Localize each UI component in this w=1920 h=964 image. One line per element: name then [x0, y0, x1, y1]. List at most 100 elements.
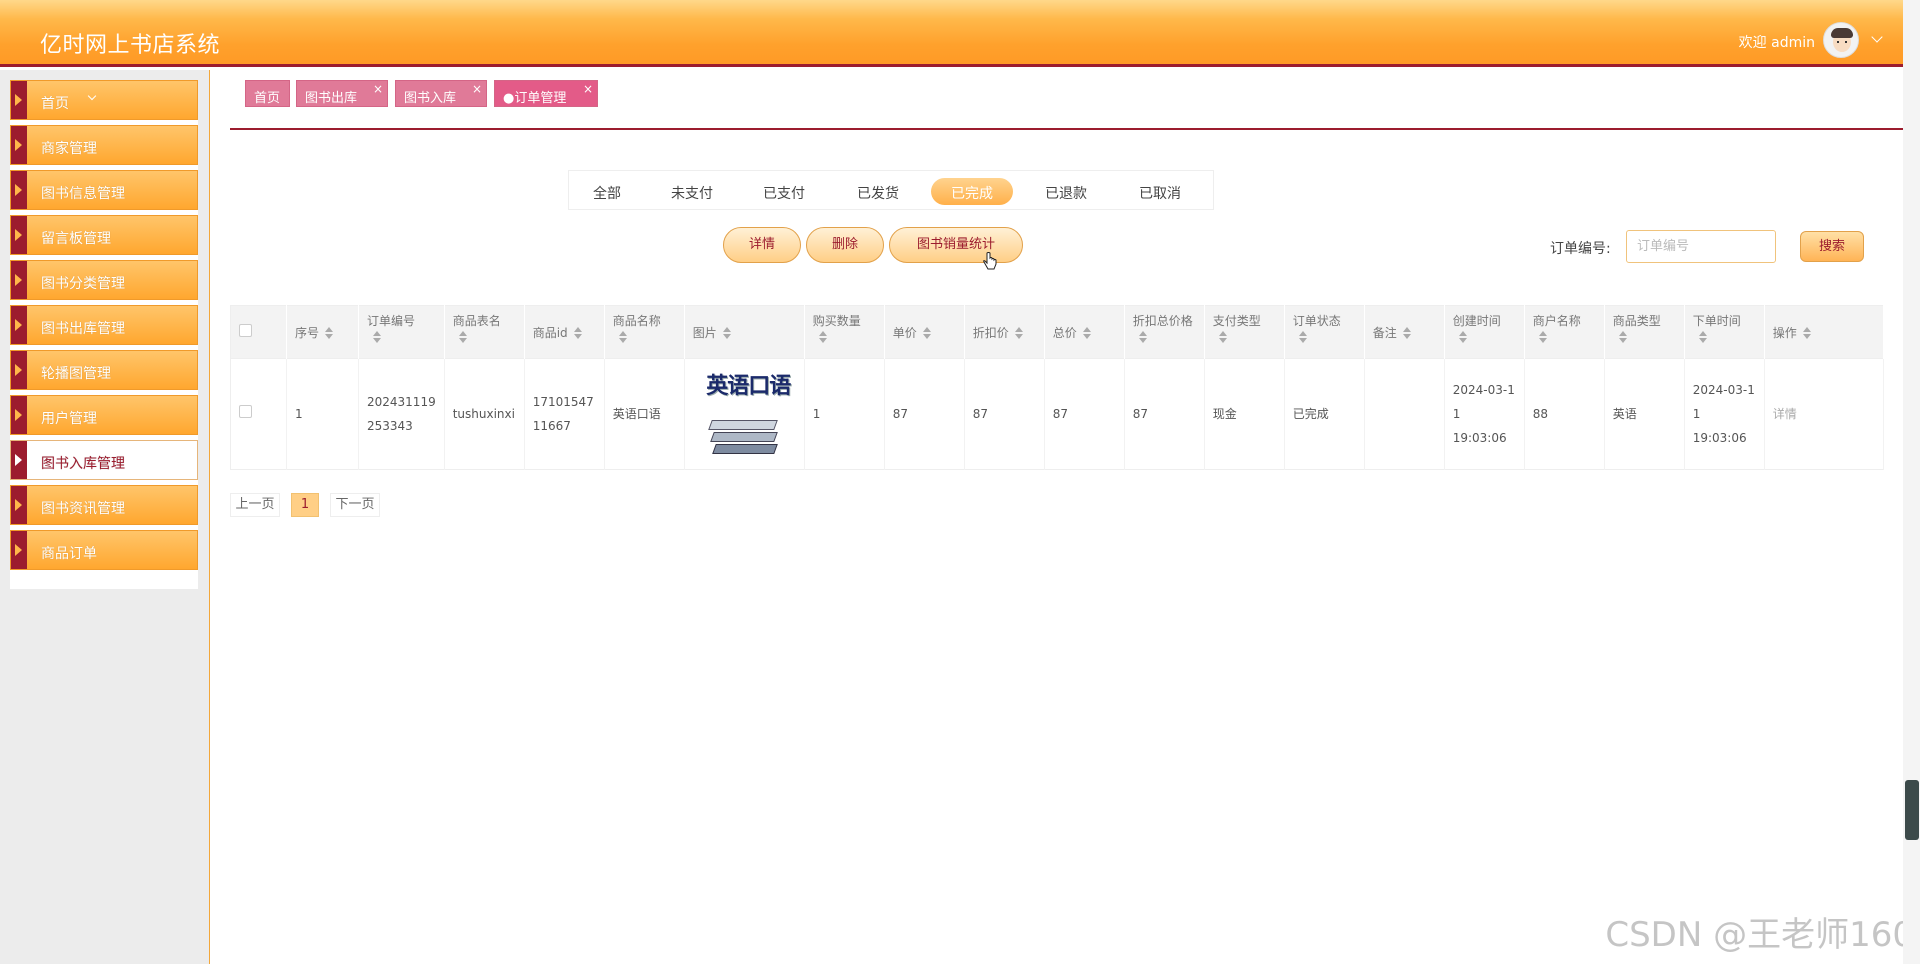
prev-page-button[interactable]: 上一页: [230, 493, 280, 517]
sort-icon[interactable]: [1298, 330, 1307, 343]
sidebar-item-message-board[interactable]: 留言板管理: [10, 215, 198, 255]
sidebar-item-home[interactable]: 首页: [10, 80, 198, 120]
status-tab-paid[interactable]: 已支付: [743, 178, 825, 205]
order-no-search-input[interactable]: [1626, 230, 1776, 263]
orders-table: 序号 订单编号 商品表名 商品id 商品名称 图片 购买数量 单价 折扣价 总价…: [230, 305, 1885, 470]
tab-label: ●订单管理: [503, 91, 567, 106]
select-all-checkbox[interactable]: [239, 324, 252, 337]
app-title: 亿时网上书店系统: [40, 33, 221, 58]
tab-book-outbound[interactable]: 图书出库 ×: [296, 80, 388, 107]
sort-icon[interactable]: [1538, 330, 1547, 343]
book-cover-image[interactable]: 英语口语: [698, 370, 791, 458]
row-checkbox[interactable]: [239, 405, 252, 418]
sort-icon[interactable]: [373, 330, 381, 343]
chevron-down-icon[interactable]: [1871, 31, 1883, 43]
col-goods-id[interactable]: 商品id: [524, 305, 605, 359]
sort-icon[interactable]: [1402, 327, 1411, 339]
avatar[interactable]: [1823, 22, 1859, 58]
detail-button[interactable]: 详情: [723, 227, 801, 263]
search-button[interactable]: 搜索: [1800, 231, 1864, 262]
sort-icon[interactable]: [458, 330, 467, 343]
cell-remark: [1364, 358, 1445, 470]
next-page-button[interactable]: 下一页: [330, 493, 380, 517]
triangle-icon: [11, 441, 27, 479]
tab-label: 图书入库: [404, 91, 457, 106]
sidebar-item-book-outbound[interactable]: 图书出库管理: [10, 305, 198, 345]
tab-home[interactable]: 首页: [245, 80, 290, 107]
status-tab-cancelled[interactable]: 已取消: [1119, 178, 1201, 205]
status-tab-unpaid[interactable]: 未支付: [651, 178, 733, 205]
sales-stats-button[interactable]: 图书销量统计: [889, 227, 1023, 263]
status-tab-all[interactable]: 全部: [573, 178, 641, 205]
status-tab-shipped[interactable]: 已发货: [837, 178, 919, 205]
sidebar-item-book-info[interactable]: 图书信息管理: [10, 170, 198, 210]
sidebar-item-merchant[interactable]: 商家管理: [10, 125, 198, 165]
col-discount-price[interactable]: 折扣价: [964, 305, 1045, 359]
col-price[interactable]: 单价: [884, 305, 965, 359]
tab-book-inbound[interactable]: 图书入库 ×: [395, 80, 487, 107]
cell-table-name: tushuxinxi: [444, 358, 525, 470]
chevron-down-icon: [87, 91, 97, 101]
col-quantity[interactable]: 购买数量: [804, 305, 885, 359]
sidebar-item-book-inbound[interactable]: 图书入库管理: [10, 440, 198, 480]
sidebar-item-carousel[interactable]: 轮播图管理: [10, 350, 198, 390]
col-goods-name[interactable]: 商品名称: [604, 305, 685, 359]
col-total[interactable]: 总价: [1044, 305, 1125, 359]
sort-icon[interactable]: [573, 327, 582, 339]
delete-button[interactable]: 删除: [806, 227, 884, 263]
table-header-row: 序号 订单编号 商品表名 商品id 商品名称 图片 购买数量 单价 折扣价 总价…: [230, 305, 1885, 359]
sort-icon[interactable]: [325, 327, 334, 339]
cell-index: 1: [286, 358, 359, 470]
close-icon[interactable]: ×: [583, 82, 593, 96]
cell-merchant: 88: [1524, 358, 1605, 470]
status-tab-refunded[interactable]: 已退款: [1025, 178, 1107, 205]
sort-icon[interactable]: [818, 330, 827, 343]
col-order-time[interactable]: 下单时间: [1684, 305, 1765, 359]
col-image[interactable]: 图片: [684, 305, 805, 359]
close-icon[interactable]: ×: [472, 82, 482, 96]
sort-icon[interactable]: [1698, 330, 1707, 343]
status-filter-bar: 全部 未支付 已支付 已发货 已完成 已退款 已取消: [568, 170, 1214, 210]
sidebar-item-book-news[interactable]: 图书资讯管理: [10, 485, 198, 525]
sort-icon[interactable]: [1082, 327, 1091, 339]
scrollbar[interactable]: [1903, 0, 1920, 964]
col-pay-type[interactable]: 支付类型: [1204, 305, 1285, 359]
tab-order-management[interactable]: ●订单管理 ×: [494, 80, 598, 107]
sort-icon[interactable]: [1802, 327, 1811, 339]
welcome-text: 欢迎 admin: [1738, 35, 1815, 51]
triangle-icon: [11, 126, 27, 164]
sort-icon[interactable]: [1138, 330, 1147, 343]
page-number[interactable]: 1: [291, 493, 319, 517]
triangle-icon: [11, 351, 27, 389]
sort-icon[interactable]: [1458, 330, 1467, 343]
col-goods-type[interactable]: 商品类型: [1604, 305, 1685, 359]
col-remark[interactable]: 备注: [1364, 305, 1445, 359]
col-order-no[interactable]: 订单编号: [358, 305, 445, 359]
status-tab-completed[interactable]: 已完成: [931, 178, 1013, 205]
col-index[interactable]: 序号: [286, 305, 359, 359]
col-created[interactable]: 创建时间: [1444, 305, 1525, 359]
sidebar-item-users[interactable]: 用户管理: [10, 395, 198, 435]
sort-icon[interactable]: [1014, 327, 1023, 339]
col-merchant[interactable]: 商户名称: [1524, 305, 1605, 359]
sort-icon[interactable]: [722, 327, 731, 339]
sort-icon[interactable]: [922, 327, 931, 339]
cell-pay-type: 现金: [1204, 358, 1285, 470]
col-status[interactable]: 订单状态: [1284, 305, 1365, 359]
row-detail-link[interactable]: 详情: [1773, 407, 1797, 421]
sidebar-item-book-category[interactable]: 图书分类管理: [10, 260, 198, 300]
cell-order-time: 2024-03-1 1 19:03:06: [1684, 358, 1765, 470]
col-op[interactable]: 操作: [1764, 305, 1885, 359]
col-discount-total[interactable]: 折扣总价格: [1124, 305, 1205, 359]
hand-cursor-icon: [983, 252, 997, 270]
sidebar-item-label: 商品订单: [41, 546, 97, 562]
sort-icon[interactable]: [1218, 330, 1227, 343]
table-row[interactable]: 1 202431119 253343 tushuxinxi 17101547 116…: [230, 358, 1885, 470]
close-icon[interactable]: ×: [373, 82, 383, 96]
col-table-name[interactable]: 商品表名: [444, 305, 525, 359]
sidebar-item-orders[interactable]: 商品订单: [10, 530, 198, 570]
sort-icon[interactable]: [618, 330, 627, 343]
scroll-thumb[interactable]: [1905, 780, 1919, 840]
sidebar-item-label: 留言板管理: [41, 231, 111, 247]
sort-icon[interactable]: [1618, 330, 1627, 343]
